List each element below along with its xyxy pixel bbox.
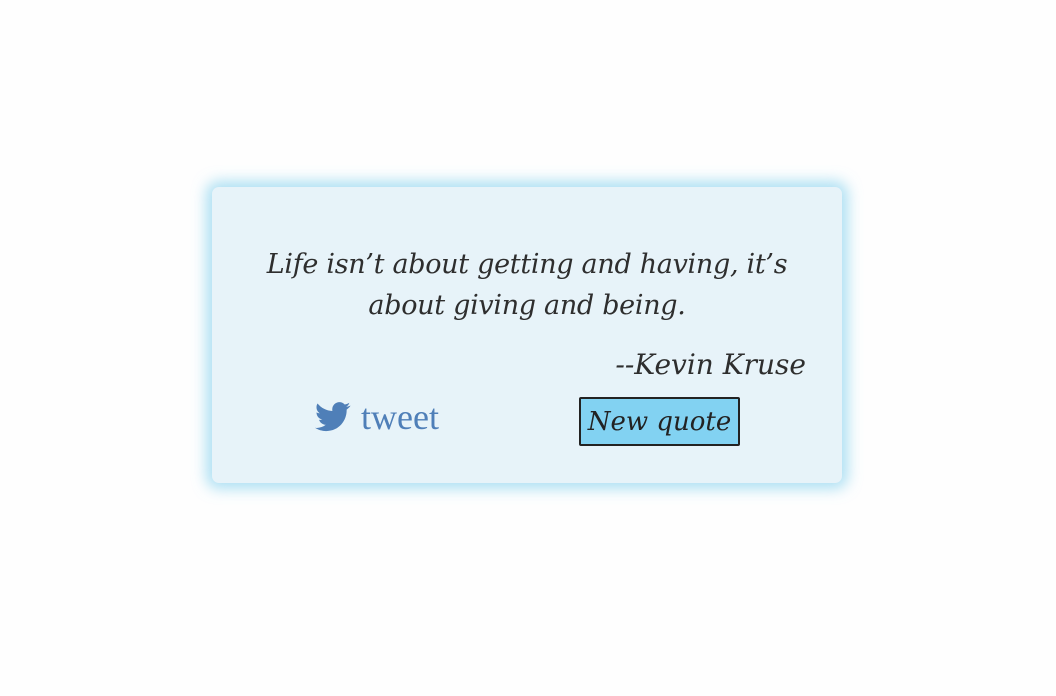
- quote-text: Life isn’t about getting and having, it’…: [266, 249, 788, 321]
- page: Life isn’t about getting and having, it’…: [0, 0, 1056, 696]
- quote-card: Life isn’t about getting and having, it’…: [212, 187, 842, 483]
- tweet-link[interactable]: tweet: [315, 395, 439, 439]
- twitter-bird-icon: [315, 402, 351, 432]
- quote-author: --Kevin Kruse: [615, 348, 806, 381]
- tweet-label: tweet: [361, 397, 439, 437]
- new-quote-button[interactable]: New quote: [579, 397, 740, 446]
